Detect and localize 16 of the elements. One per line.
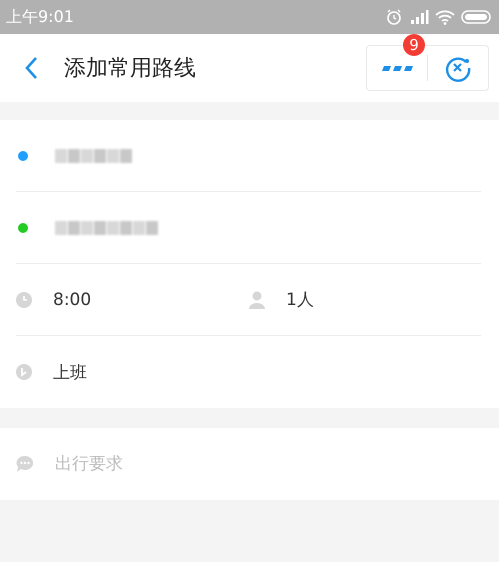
dots-icon: [380, 63, 414, 73]
time-value[interactable]: 8:00: [53, 290, 249, 310]
signal-icon: [409, 8, 429, 26]
notification-badge: 9: [403, 34, 425, 56]
person-icon: [249, 290, 265, 308]
page-title: 添加常用路线: [64, 55, 196, 83]
passenger-count[interactable]: 1人: [286, 288, 314, 311]
battery-icon: [461, 9, 491, 25]
tag-icon: [16, 364, 32, 380]
chat-bubble-icon: [16, 455, 34, 473]
route-tag[interactable]: 上班: [53, 360, 87, 384]
wifi-icon: [435, 9, 455, 25]
back-chevron-icon: [24, 56, 38, 80]
status-time: 上午9:01: [6, 6, 74, 28]
alarm-icon: [385, 8, 403, 26]
clock-icon: [16, 292, 32, 308]
